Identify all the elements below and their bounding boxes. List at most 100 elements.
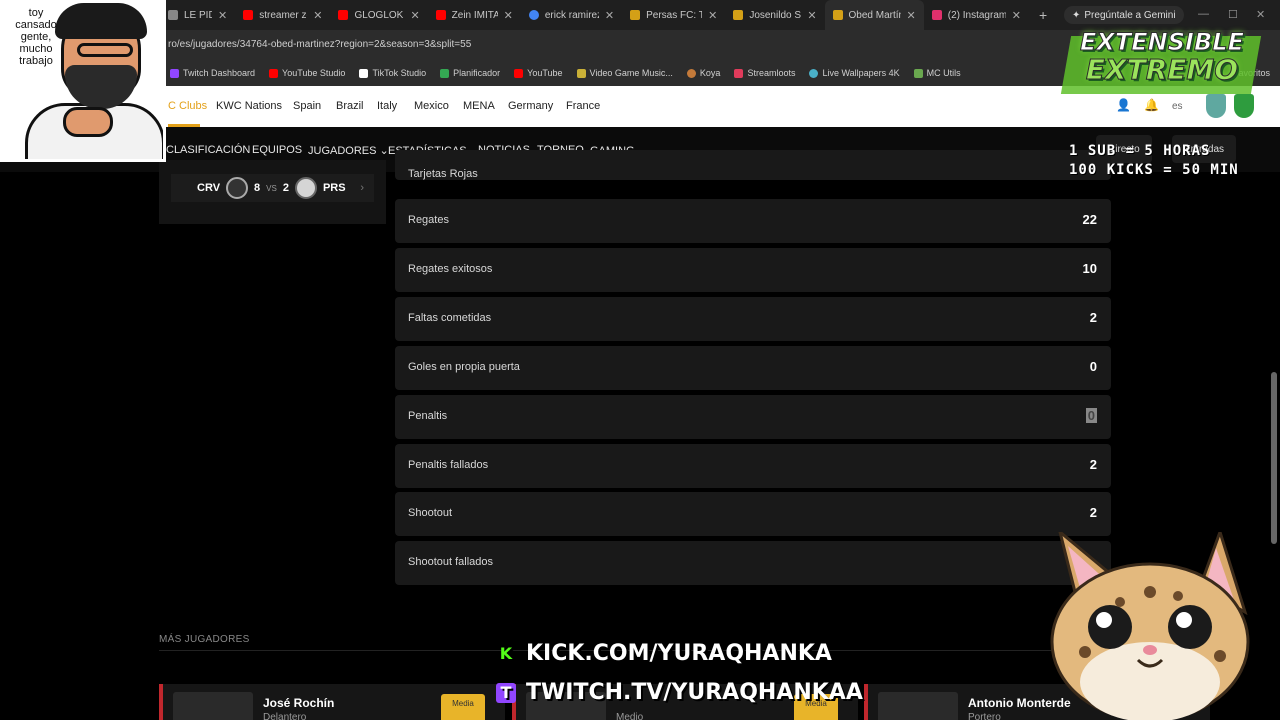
close-tab-icon[interactable]: ✕ (313, 9, 322, 22)
player-role: Delantero (263, 712, 307, 720)
event-title-line2: EXTREMO (1085, 53, 1239, 86)
nav-germany[interactable]: Germany (508, 100, 553, 112)
bookmark-label: Planificador (453, 68, 501, 78)
away-score: 2 (282, 182, 289, 194)
youtube-icon (269, 68, 279, 78)
stat-value: 2 (1089, 505, 1097, 520)
bookmark-item[interactable]: TikTok Studio (359, 68, 426, 78)
sub-rule-text: 1 SUB = 5 HORAS (1069, 143, 1211, 159)
nav-clasificacion[interactable]: CLASIFICACIÓN (166, 144, 250, 156)
home-team: CRV (197, 182, 221, 194)
new-tab-button[interactable]: + (1029, 7, 1057, 23)
browser-tab[interactable]: GLOGLOKING ✕ (330, 0, 427, 30)
bookmark-item[interactable]: Video Game Music... (576, 68, 673, 78)
browser-tab[interactable]: streamer zein ✕ (235, 0, 330, 30)
cat-mascot-icon (1050, 532, 1250, 720)
stat-label: Regates exitosos (408, 263, 493, 275)
bookmark-item[interactable]: Twitch Dashboard (170, 68, 255, 78)
close-tab-icon[interactable]: ✕ (218, 9, 227, 22)
stat-label: Regates (408, 214, 449, 226)
browser-tab[interactable]: LE PIDI ✕ (160, 0, 235, 30)
cartoon-hand (63, 107, 113, 137)
event-title-line1: EXTENSIBLE (1080, 28, 1245, 57)
stat-row: Tarjetas Rojas (395, 150, 1111, 180)
maximize-icon[interactable]: ☐ (1228, 8, 1238, 21)
gemini-button[interactable]: ✦ Pregúntale a Gemini (1064, 6, 1184, 24)
nav-mena[interactable]: MENA (463, 100, 495, 112)
bookmark-item[interactable]: Live Wallpapers 4K (809, 68, 900, 78)
stat-label: Tarjetas Rojas (408, 168, 478, 180)
stat-row: Penaltis 0 (395, 395, 1111, 439)
streamloots-icon (734, 68, 744, 78)
browser-tab[interactable]: erick ramirez ✕ (521, 0, 622, 30)
bookmark-label: MC Utils (926, 68, 961, 78)
stat-label: Goles en propia puerta (408, 361, 520, 373)
close-tab-icon[interactable]: ✕ (1012, 9, 1021, 22)
close-tab-icon[interactable]: ✕ (605, 9, 614, 22)
close-tab-icon[interactable]: ✕ (410, 9, 419, 22)
nav-brazil[interactable]: Brazil (336, 100, 364, 112)
player-card[interactable]: José Rochín Delantero Media (159, 684, 505, 720)
kick-url: KICK.COM/YURAQHANKA (526, 641, 832, 666)
chevron-right-icon: › (360, 182, 364, 194)
twitch-icon: T (496, 682, 516, 703)
bookmark-label: Twitch Dashboard (183, 68, 256, 78)
close-tab-icon[interactable]: ✕ (708, 9, 717, 22)
league-shield-icon[interactable] (1234, 94, 1254, 118)
close-window-icon[interactable]: ✕ (1256, 8, 1265, 21)
minimize-icon[interactable]: — (1198, 8, 1209, 20)
tab-title: GLOGLOKING (354, 9, 404, 21)
bookmark-item[interactable]: Planificador (440, 68, 500, 78)
nav-equipos[interactable]: EQUIPOS (252, 144, 302, 156)
twitch-url: TWITCH.TV/YURAQHANKAA (526, 680, 863, 705)
tab-title: Obed Martín (848, 9, 901, 21)
nav-jugadores[interactable]: JUGADORES ⌄ (308, 144, 389, 157)
close-tab-icon[interactable]: ✕ (907, 9, 916, 22)
nav-mexico[interactable]: Mexico (414, 100, 449, 112)
browser-tab[interactable]: Persas FC: To ✕ (622, 0, 725, 30)
stat-row: Regates exitosos 10 (395, 248, 1111, 292)
nav-italy[interactable]: Italy (377, 100, 397, 112)
bookmark-label: YouTube (527, 68, 563, 78)
browser-tab-active[interactable]: Obed Martín ✕ (824, 0, 924, 30)
browser-tab[interactable]: (2) Instagram ✕ (924, 0, 1029, 30)
nav-kwc-nations[interactable]: KWC Nations (216, 100, 282, 112)
user-icon[interactable]: 👤 (1116, 98, 1131, 112)
language-select[interactable]: es (1172, 101, 1183, 112)
nav-clubs[interactable]: C Clubs (168, 100, 207, 112)
stat-row: Regates 22 (395, 199, 1111, 243)
tab-title: (2) Instagram (947, 9, 1006, 21)
youtube-icon (338, 10, 349, 20)
bookmark-item[interactable]: MC Utils (913, 68, 961, 78)
close-tab-icon[interactable]: ✕ (504, 9, 513, 22)
more-players-heading: MÁS JUGADORES (159, 634, 250, 645)
music-icon (576, 68, 586, 78)
nav-spain[interactable]: Spain (293, 100, 321, 112)
close-tab-icon[interactable]: ✕ (807, 9, 816, 22)
browser-tab[interactable]: Josenildo Sa ✕ (725, 0, 824, 30)
bookmark-label: Live Wallpapers 4K (822, 68, 900, 78)
google-icon (528, 10, 539, 20)
stat-row: Penaltis fallados 2 (395, 444, 1111, 488)
browser-tab[interactable]: Zein IMITA a ✕ (428, 0, 521, 30)
notification-icon[interactable]: 🔔 (1144, 98, 1159, 112)
mc-utils-icon (913, 68, 923, 78)
instagram-icon (931, 10, 942, 20)
webcam-caption: toy cansado gente, mucho trabajo (15, 7, 57, 67)
koya-icon (686, 68, 696, 78)
bookmark-item[interactable]: YouTube (514, 68, 563, 78)
league-shield-icon[interactable] (1206, 94, 1226, 118)
stat-value: 0 (1085, 408, 1097, 423)
screen: LE PIDI ✕ streamer zein ✕ GLOGLOKING ✕ Zein… (0, 0, 1280, 720)
bookmark-item[interactable]: YouTube Studio (269, 68, 345, 78)
match-row[interactable]: CRV 8 VS 2 PRS › (171, 174, 374, 202)
bookmark-item[interactable]: Koya (686, 68, 720, 78)
url-field[interactable]: ro/es/jugadores/34764-obed-martinez?regi… (168, 39, 471, 50)
bookmark-item[interactable]: Streamloots (734, 68, 795, 78)
tab-title: LE PIDI (184, 9, 212, 21)
nav-france[interactable]: France (566, 100, 600, 112)
away-crest-icon (294, 177, 317, 199)
page-scrollbar[interactable] (1271, 372, 1277, 544)
kick-link-overlay: K KICK.COM/YURAQHANKA (496, 641, 832, 666)
bookmark-label: TikTok Studio (372, 68, 427, 78)
